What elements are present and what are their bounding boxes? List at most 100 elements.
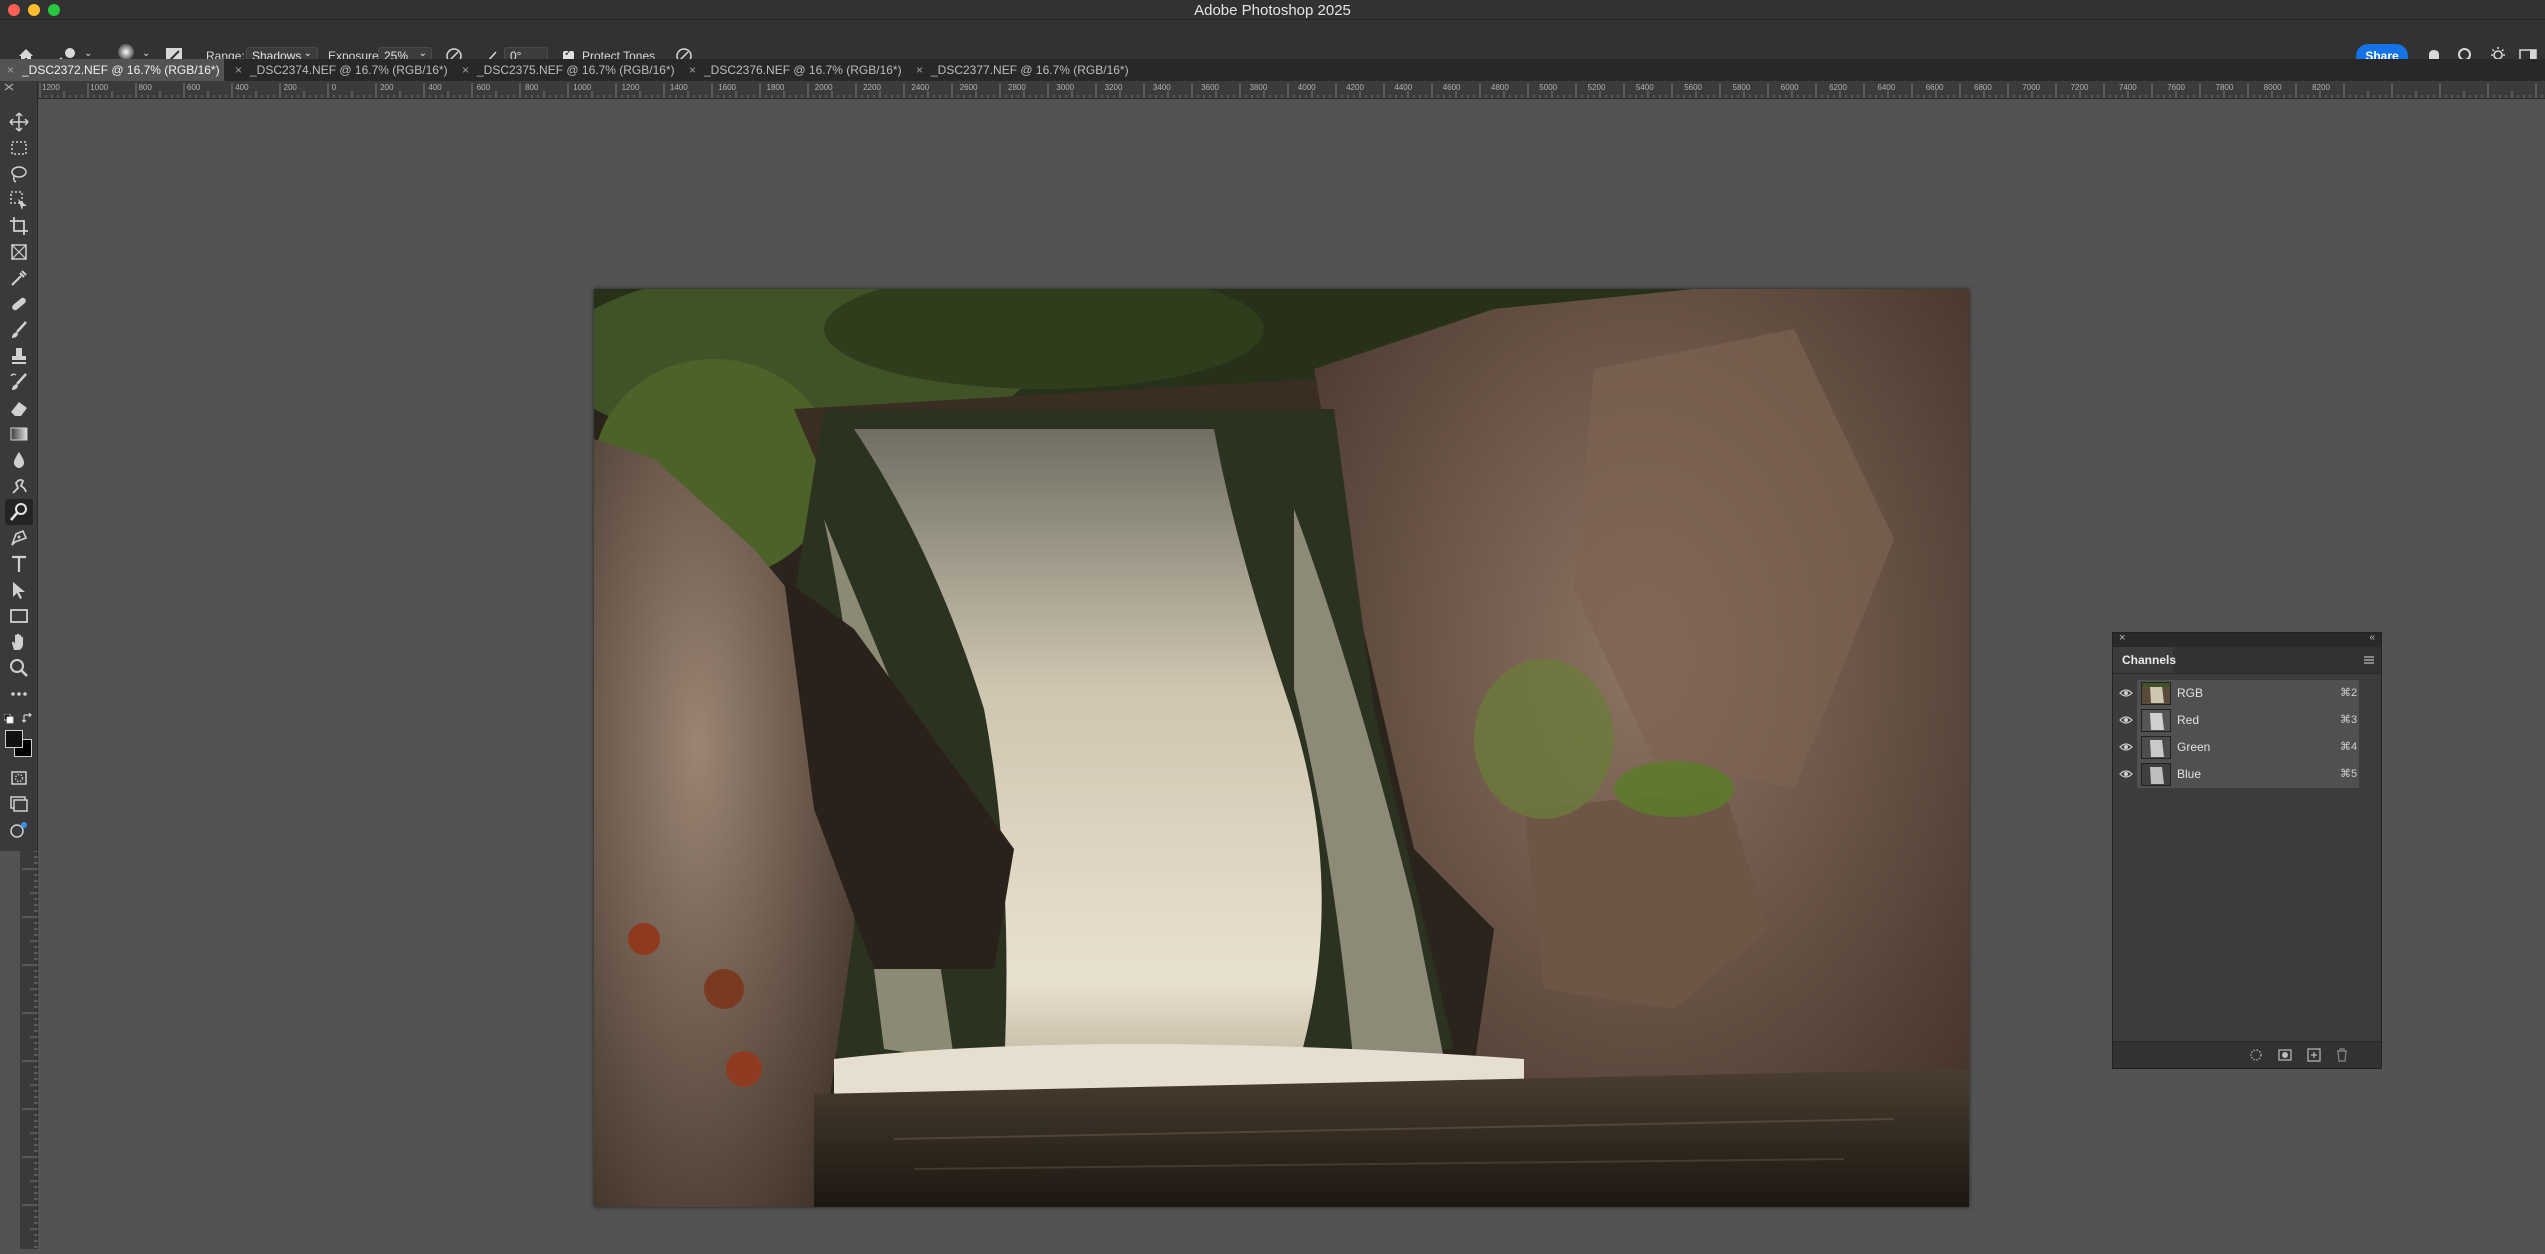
ruler-label: 6800 (1974, 83, 1992, 92)
quick-mask-icon[interactable] (8, 767, 30, 789)
save-selection-icon[interactable] (2278, 1048, 2292, 1062)
chevron-down-icon[interactable]: ⌄ (142, 48, 150, 59)
delete-channel-icon[interactable] (2335, 1048, 2349, 1062)
more-tools-icon[interactable] (8, 683, 30, 705)
channel-row-green[interactable]: Green ⌘4 (2113, 734, 2381, 761)
document-tab[interactable]: × _DSC2372.NEF @ 16.7% (RGB/16*) (0, 59, 224, 81)
ruler-label: 7200 (2071, 83, 2089, 92)
lasso-tool-icon[interactable] (8, 163, 30, 185)
channel-thumbnail (2141, 682, 2171, 705)
default-colors-icon[interactable] (4, 714, 14, 724)
crop-tool-icon[interactable] (8, 215, 30, 237)
tab-close-icon[interactable]: × (689, 59, 696, 81)
eyedropper-tool-icon[interactable] (8, 267, 30, 289)
document-tab-label: _DSC2374.NEF @ 16.7% (RGB/16*) (250, 63, 448, 77)
zoom-tool-icon[interactable] (8, 657, 30, 679)
foreground-color-swatch[interactable] (5, 730, 23, 748)
ruler-label: 1200 (622, 83, 640, 92)
channel-row-blue[interactable]: Blue ⌘5 (2113, 761, 2381, 788)
ruler-label: 400 (235, 83, 249, 92)
type-tool-icon[interactable] (8, 553, 30, 575)
ruler-label: 3000 (1056, 83, 1074, 92)
new-channel-icon[interactable] (2307, 1048, 2321, 1062)
ruler-label: 600 (477, 83, 491, 92)
document-canvas-image[interactable] (594, 289, 1969, 1207)
rectangle-tool-icon[interactable] (8, 605, 30, 627)
gradient-tool-icon[interactable] (8, 423, 30, 445)
panel-menu-icon[interactable] (2363, 655, 2375, 665)
close-icon[interactable]: × (2119, 632, 2125, 644)
smudge-tool-icon[interactable] (8, 475, 30, 497)
move-tool-icon[interactable] (8, 111, 30, 133)
channel-name: RGB (2177, 686, 2204, 700)
document-tab[interactable]: × _DSC2377.NEF @ 16.7% (RGB/16*) (909, 59, 1135, 81)
ruler-label: 5000 (1539, 83, 1557, 92)
ruler-label: 2000 (815, 83, 833, 92)
channel-row-rgb[interactable]: RGB ⌘2 (2113, 680, 2381, 707)
ruler-label: 200 (380, 83, 394, 92)
ruler-label: 1000 (573, 83, 591, 92)
ruler-ticks: 1200 1000 800 600 400 200 0 200 400 600 800 1000 120… (39, 83, 2543, 98)
ruler-label: 7600 (2167, 83, 2185, 92)
clone-stamp-tool-icon[interactable] (8, 345, 30, 367)
document-tab[interactable]: × _DSC2375.NEF @ 16.7% (RGB/16*) (455, 59, 681, 81)
ruler-label: 5200 (1588, 83, 1606, 92)
path-selection-tool-icon[interactable] (8, 579, 30, 601)
swap-colors-icon[interactable] (22, 713, 33, 724)
ruler-label: 1200 (42, 83, 60, 92)
chevron-down-icon: ⌄ (303, 48, 312, 59)
ruler-label: 4800 (1491, 83, 1509, 92)
tab-channels[interactable]: Channels (2113, 647, 2176, 673)
ruler-label: 600 (187, 83, 201, 92)
ruler-label: 5400 (1636, 83, 1654, 92)
channel-shortcut: ⌘2 (2340, 687, 2358, 699)
ruler-label: 8000 (2264, 83, 2282, 92)
ruler-label: 4200 (1346, 83, 1364, 92)
ruler-label: 7400 (2119, 83, 2137, 92)
channels-list: RGB ⌘2 Red ⌘3 Green ⌘4 Blue ⌘5 (2113, 673, 2381, 1043)
collapse-panel-icon[interactable] (4, 83, 14, 91)
document-tab[interactable]: × _DSC2376.NEF @ 16.7% (RGB/16*) (682, 59, 908, 81)
ruler-label: 2400 (911, 83, 929, 92)
chevron-down-icon[interactable]: ⌄ (84, 48, 92, 59)
eye-icon[interactable] (2119, 687, 2133, 699)
load-selection-icon[interactable] (2249, 1048, 2263, 1062)
tab-close-icon[interactable]: × (235, 59, 242, 81)
ruler-label: 3600 (1201, 83, 1219, 92)
collapse-icon[interactable]: « (2369, 632, 2375, 643)
screen-mode-icon[interactable] (8, 793, 30, 815)
eraser-tool-icon[interactable] (8, 397, 30, 419)
tab-close-icon[interactable]: × (7, 59, 14, 81)
ruler-label: 6200 (1829, 83, 1847, 92)
history-brush-tool-icon[interactable] (8, 371, 30, 393)
eye-icon[interactable] (2119, 768, 2133, 780)
ruler-label: 4400 (1394, 83, 1412, 92)
document-tab[interactable]: × _DSC2374.NEF @ 16.7% (RGB/16*) (228, 59, 454, 81)
object-selection-tool-icon[interactable] (8, 189, 30, 211)
ruler-label: 3400 (1153, 83, 1171, 92)
document-tab-label: _DSC2376.NEF @ 16.7% (RGB/16*) (704, 63, 902, 77)
horizontal-ruler[interactable]: 1200 1000 800 600 400 200 0 200 400 600 800 1000 120… (38, 81, 2545, 99)
healing-brush-tool-icon[interactable] (8, 293, 30, 315)
tab-close-icon[interactable]: × (462, 59, 469, 81)
eye-icon[interactable] (2119, 714, 2133, 726)
panel-header: × « (2113, 632, 2381, 647)
blur-tool-icon[interactable] (8, 449, 30, 471)
channel-row-red[interactable]: Red ⌘3 (2113, 707, 2381, 734)
document-tab-label: _DSC2375.NEF @ 16.7% (RGB/16*) (477, 63, 675, 77)
ruler-label: 4000 (1298, 83, 1316, 92)
pen-tool-icon[interactable] (8, 527, 30, 549)
ruler-label: 4600 (1443, 83, 1461, 92)
ruler-label: 3200 (1105, 83, 1123, 92)
tab-close-icon[interactable]: × (916, 59, 923, 81)
dodge-tool-active[interactable] (5, 499, 33, 525)
ruler-label: 1600 (718, 83, 736, 92)
ruler-label: 6000 (1781, 83, 1799, 92)
brush-tool-icon[interactable] (8, 319, 30, 341)
hand-tool-icon[interactable] (8, 631, 30, 653)
frame-tool-icon[interactable] (8, 241, 30, 263)
eye-icon[interactable] (2119, 741, 2133, 753)
ruler-label: 6400 (1877, 83, 1895, 92)
marquee-tool-icon[interactable] (8, 137, 30, 159)
generative-edit-icon[interactable] (8, 819, 30, 841)
